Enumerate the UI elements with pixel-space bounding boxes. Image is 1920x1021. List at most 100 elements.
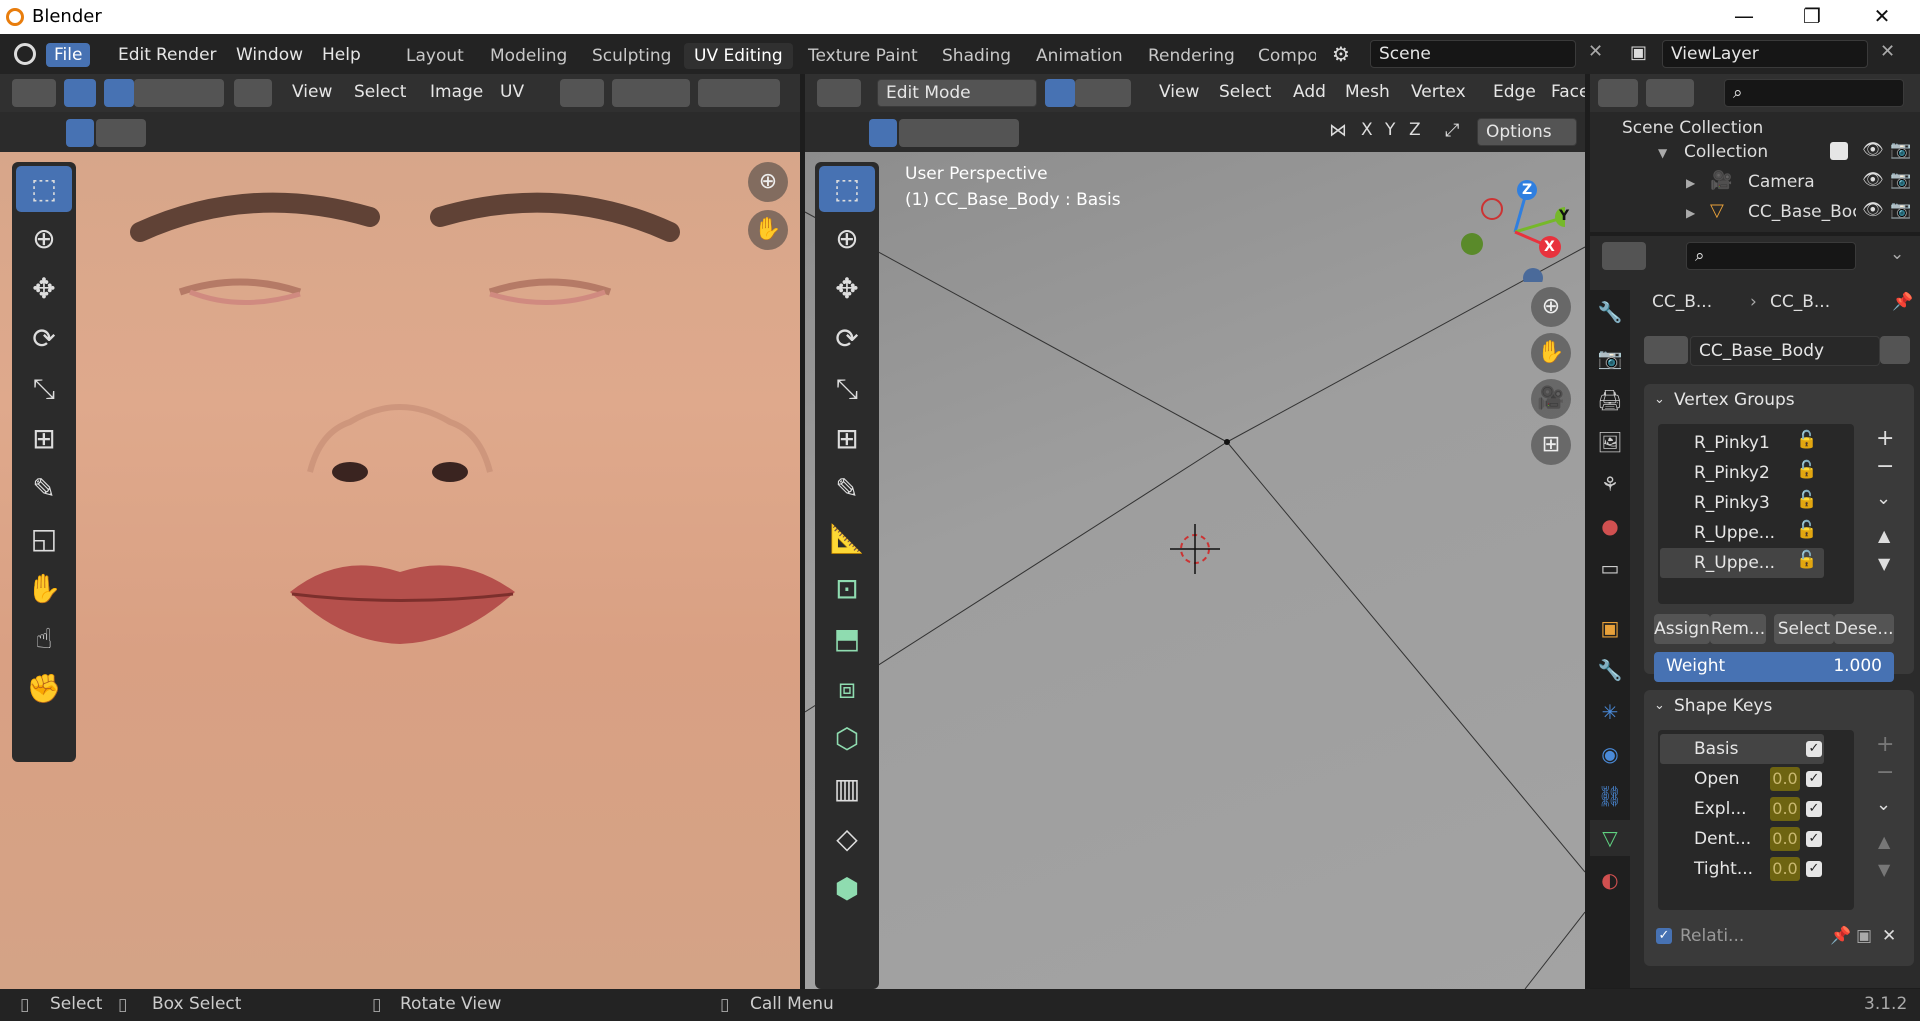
vg-weight-slider[interactable]: Weight 1.000 (1654, 652, 1894, 682)
vp-menu-face[interactable]: Face (1543, 79, 1585, 107)
vp-tool-scale-icon[interactable]: ⤡ (819, 366, 875, 412)
mode-selector[interactable]: Edit Mode (877, 79, 1037, 107)
mesh-name-field[interactable]: CC_Base_Body (1690, 336, 1880, 366)
tab-constraints-icon[interactable]: ⛓ (1590, 778, 1630, 814)
3d-viewport[interactable]: User Perspective (1) CC_Base_Body : Basi… (805, 152, 1585, 989)
tab-modifier-icon[interactable]: 🔧 (1590, 652, 1630, 688)
tool-relax-icon[interactable]: ☝ (16, 616, 72, 662)
edge-face-select-icon[interactable] (1075, 79, 1131, 107)
tab-scene-icon[interactable]: ⚘ (1590, 466, 1630, 502)
vp-tool-measure-icon[interactable]: 📐 (819, 516, 875, 562)
vp-menu-vertex[interactable]: Vertex (1403, 79, 1474, 107)
shape-key-value[interactable]: 0.0 (1770, 827, 1800, 851)
menu-render[interactable]: Render (148, 43, 225, 67)
vg-deselect-button[interactable]: Dese... (1834, 614, 1894, 644)
vg-lock-icon[interactable]: 🔓 (1796, 550, 1817, 570)
vp-tool-poly-build-icon[interactable]: ⬢ (819, 866, 875, 912)
vp-tool-cursor-icon[interactable]: ⊕ (819, 216, 875, 262)
uv-pan-icon[interactable]: ✋ (748, 210, 788, 250)
sticky-select-icon[interactable] (234, 79, 272, 107)
vp-tool-bevel-icon[interactable]: ⬡ (819, 716, 875, 762)
tool-move-icon[interactable]: ✥ (16, 266, 72, 312)
menu-help[interactable]: Help (314, 43, 369, 67)
mesh-datablock-icon[interactable] (1644, 336, 1688, 364)
minimize-button[interactable]: — (1716, 0, 1772, 34)
tool-pinch-icon[interactable]: ✊ (16, 666, 72, 712)
fake-user-icon[interactable] (1880, 336, 1910, 364)
vg-lock-icon[interactable]: 🔓 (1796, 430, 1817, 450)
tab-collection-icon[interactable]: ▭ (1590, 550, 1630, 586)
sk-pin-icon[interactable]: 📌 (1830, 926, 1851, 946)
tab-particles-icon[interactable]: ✳ (1590, 694, 1630, 730)
properties-editor-type-icon[interactable] (1602, 242, 1646, 270)
uv-zoom-icon[interactable]: ⊕ (748, 162, 788, 202)
navigation-gizmo[interactable] (1445, 162, 1565, 282)
scene-selector[interactable]: Scene (1370, 40, 1576, 68)
shape-keys-collapse-icon[interactable]: ⌄ (1654, 698, 1665, 713)
menu-file[interactable]: File (46, 43, 91, 67)
vg-remove-icon[interactable]: − (1876, 454, 1894, 479)
menu-window[interactable]: Window (228, 43, 311, 67)
vp-tool-select-box-icon[interactable]: ⬚ (819, 166, 875, 212)
shape-key-checkbox[interactable]: ✓ (1806, 861, 1822, 877)
uv-menu-image[interactable]: Image (422, 79, 491, 107)
scene-close-icon[interactable]: ✕ (1588, 41, 1603, 62)
proportional-edit-icon[interactable] (698, 79, 780, 107)
body-visibility-icon[interactable]: 👁 (1862, 200, 1884, 220)
shape-key-item[interactable]: Tight... (1694, 854, 1753, 884)
mirror-icon[interactable]: ⋈ (1329, 120, 1347, 141)
viewlayer-close-icon[interactable]: ✕ (1880, 41, 1895, 62)
options-dropdown[interactable]: Options (1477, 118, 1577, 146)
uv-box-select-mode-icon[interactable] (66, 119, 94, 147)
sk-specials-icon[interactable]: ⌄ (1876, 794, 1891, 815)
tab-material-icon[interactable]: ◐ (1590, 862, 1630, 898)
tool-scale-icon[interactable]: ⤡ (16, 366, 72, 412)
vp-tool-add-cube-icon[interactable]: ⊡ (819, 566, 875, 612)
vp-tool-loop-cut-icon[interactable]: ▥ (819, 766, 875, 812)
auto-merge-icon[interactable]: ⤢ (1445, 120, 1459, 141)
sk-move-down-icon[interactable]: ▼ (1878, 860, 1890, 879)
vertex-select-icon[interactable] (104, 79, 134, 107)
sk-clear-icon[interactable]: ✕ (1882, 926, 1896, 946)
shape-keys-title[interactable]: Shape Keys (1674, 696, 1772, 716)
vg-lock-icon[interactable]: 🔓 (1796, 490, 1817, 510)
outliner-search-input[interactable]: ⌕ (1724, 79, 1904, 107)
tab-physics-icon[interactable]: ◉ (1590, 736, 1630, 772)
select-mode-group-icon[interactable] (134, 79, 224, 107)
expand-camera-icon[interactable]: ▶ (1686, 176, 1695, 190)
vp-menu-view[interactable]: View (1151, 79, 1207, 107)
tab-modeling[interactable]: Modeling (480, 43, 577, 69)
vg-add-icon[interactable]: + (1876, 426, 1894, 451)
shape-key-checkbox[interactable]: ✓ (1806, 741, 1822, 757)
shape-key-item[interactable]: Dent... (1694, 824, 1751, 854)
vg-move-up-icon[interactable]: ▲ (1878, 526, 1890, 545)
shape-key-value[interactable]: 0.0 (1770, 857, 1800, 881)
collection-checkbox[interactable] (1830, 142, 1848, 160)
tool-cursor-icon[interactable]: ⊕ (16, 216, 72, 262)
tab-object-icon[interactable]: ▣ (1590, 610, 1630, 646)
axis-x[interactable]: X (1361, 120, 1373, 140)
vp-menu-select[interactable]: Select (1211, 79, 1279, 107)
vg-remove-button[interactable]: Rem... (1710, 614, 1766, 644)
vertex-group-item[interactable]: R_Pinky1 (1694, 428, 1770, 458)
expand-body-icon[interactable]: ▶ (1686, 206, 1695, 220)
outliner-item-collection[interactable]: Collection (1684, 142, 1768, 162)
tool-rip-icon[interactable]: ◱ (16, 516, 72, 562)
ortho-toggle-icon[interactable]: ⊞ (1531, 425, 1571, 465)
viewport-editor-type-icon[interactable] (817, 79, 861, 107)
axis-y[interactable]: Y (1385, 120, 1395, 140)
vg-assign-button[interactable]: Assign (1654, 614, 1710, 644)
tab-output-icon[interactable]: 🖨 (1590, 382, 1630, 418)
editor-type-icon[interactable] (12, 79, 56, 107)
tab-layout[interactable]: Layout (396, 43, 474, 69)
tab-rendering[interactable]: Rendering (1138, 43, 1245, 69)
pin-icon[interactable]: 📌 (1892, 292, 1913, 312)
tab-texture-paint[interactable]: Texture Paint (798, 43, 928, 69)
shape-key-checkbox[interactable]: ✓ (1806, 831, 1822, 847)
vp-tool-move-icon[interactable]: ✥ (819, 266, 875, 312)
vertex-groups-collapse-icon[interactable]: ⌄ (1654, 392, 1665, 407)
vp-tool-inset-icon[interactable]: ⧈ (819, 666, 875, 712)
tool-grab-icon[interactable]: ✋ (16, 566, 72, 612)
relative-checkbox[interactable]: ✓ (1656, 928, 1672, 944)
vg-select-button[interactable]: Select (1774, 614, 1834, 644)
